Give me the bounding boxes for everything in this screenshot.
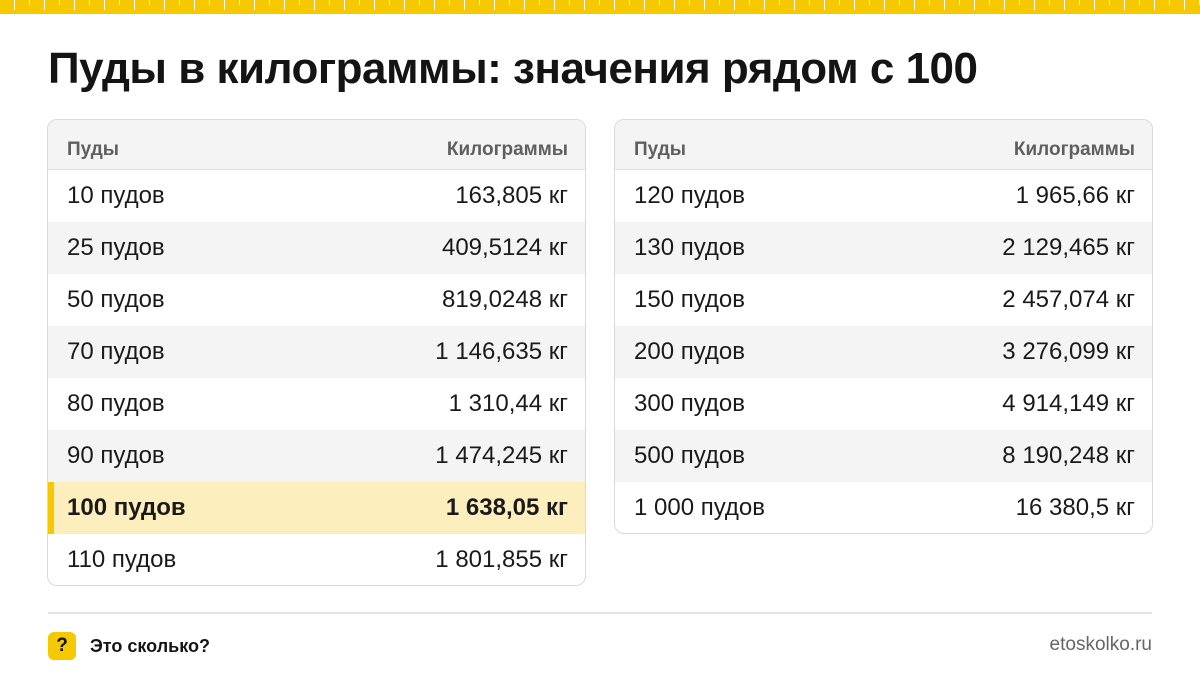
cell-kg: 8 190,248 кг [1002, 442, 1135, 469]
cell-puds: 80 пудов [67, 390, 165, 417]
cell-puds: 1 000 пудов [634, 494, 766, 521]
table-row: 300 пудов 4 914,149 кг [615, 378, 1152, 430]
question-mark-icon: ? [48, 632, 76, 660]
cell-kg: 2 457,074 кг [1002, 286, 1135, 313]
cell-kg: 1 965,66 кг [1015, 182, 1135, 209]
site-url-link[interactable]: etoskolko.ru [1050, 634, 1152, 656]
cell-kg: 163,805 кг [455, 182, 568, 209]
cell-kg: 1 638,05 кг [445, 494, 568, 521]
cell-kg: 3 276,099 кг [1002, 338, 1135, 365]
conversion-table-left: Пуды Килограммы 10 пудов 163,805 кг 25 п… [47, 119, 586, 586]
table-row: 200 пудов 3 276,099 кг [615, 326, 1152, 378]
cell-kg: 1 801,855 кг [435, 546, 568, 573]
cell-puds: 130 пудов [634, 234, 746, 261]
cell-puds: 200 пудов [634, 338, 746, 365]
table-row: 80 пудов 1 310,44 кг [48, 378, 585, 430]
cell-puds: 100 пудов [67, 494, 186, 521]
column-header-puds: Пуды [67, 139, 120, 160]
cell-kg: 819,0248 кг [441, 286, 568, 313]
table-row: 130 пудов 2 129,465 кг [615, 222, 1152, 274]
cell-puds: 50 пудов [67, 286, 165, 313]
table-row: 90 пудов 1 474,245 кг [48, 430, 585, 482]
table-row: 50 пудов 819,0248 кг [48, 274, 585, 326]
cell-puds: 25 пудов [67, 234, 165, 261]
ruler-ticks [0, 0, 1200, 14]
cell-kg: 16 380,5 кг [1015, 494, 1135, 521]
table-row: 110 пудов 1 801,855 кг [48, 534, 585, 585]
cell-puds: 90 пудов [67, 442, 165, 469]
logo-text: Это сколько? [90, 635, 210, 656]
cell-kg: 4 914,149 кг [1002, 390, 1135, 417]
table-row: 1 000 пудов 16 380,5 кг [615, 482, 1152, 533]
table-row: 500 пудов 8 190,248 кг [615, 430, 1152, 482]
column-header-kg: Килограммы [1013, 139, 1135, 160]
highlighted-row: 100 пудов 1 638,05 кг [48, 482, 585, 534]
footer-divider [48, 612, 1152, 614]
footer-logo[interactable]: ? Это сколько? [48, 632, 210, 660]
table-row: 120 пудов 1 965,66 кг [615, 170, 1152, 222]
cell-kg: 2 129,465 кг [1002, 234, 1135, 261]
cell-kg: 1 474,245 кг [435, 442, 568, 469]
column-header-puds: Пуды [634, 139, 687, 160]
cell-puds: 300 пудов [634, 390, 746, 417]
cell-puds: 120 пудов [634, 182, 746, 209]
conversion-table-right: Пуды Килограммы 120 пудов 1 965,66 кг 13… [614, 119, 1153, 534]
ruler-decoration [0, 0, 1200, 14]
cell-puds: 500 пудов [634, 442, 746, 469]
cell-puds: 110 пудов [67, 546, 177, 573]
cell-kg: 409,5124 кг [441, 234, 568, 261]
table-row: 150 пудов 2 457,074 кг [615, 274, 1152, 326]
table-header: Пуды Килограммы [48, 120, 585, 170]
table-row: 70 пудов 1 146,635 кг [48, 326, 585, 378]
table-row: 10 пудов 163,805 кг [48, 170, 585, 222]
cell-kg: 1 310,44 кг [448, 390, 568, 417]
table-header: Пуды Килограммы [615, 120, 1152, 170]
cell-puds: 150 пудов [634, 286, 746, 313]
cell-kg: 1 146,635 кг [435, 338, 568, 365]
cell-puds: 70 пудов [67, 338, 165, 365]
cell-puds: 10 пудов [67, 182, 165, 209]
table-row: 25 пудов 409,5124 кг [48, 222, 585, 274]
page-title: Пуды в килограммы: значения рядом с 100 [48, 44, 978, 93]
column-header-kg: Килограммы [446, 139, 568, 160]
